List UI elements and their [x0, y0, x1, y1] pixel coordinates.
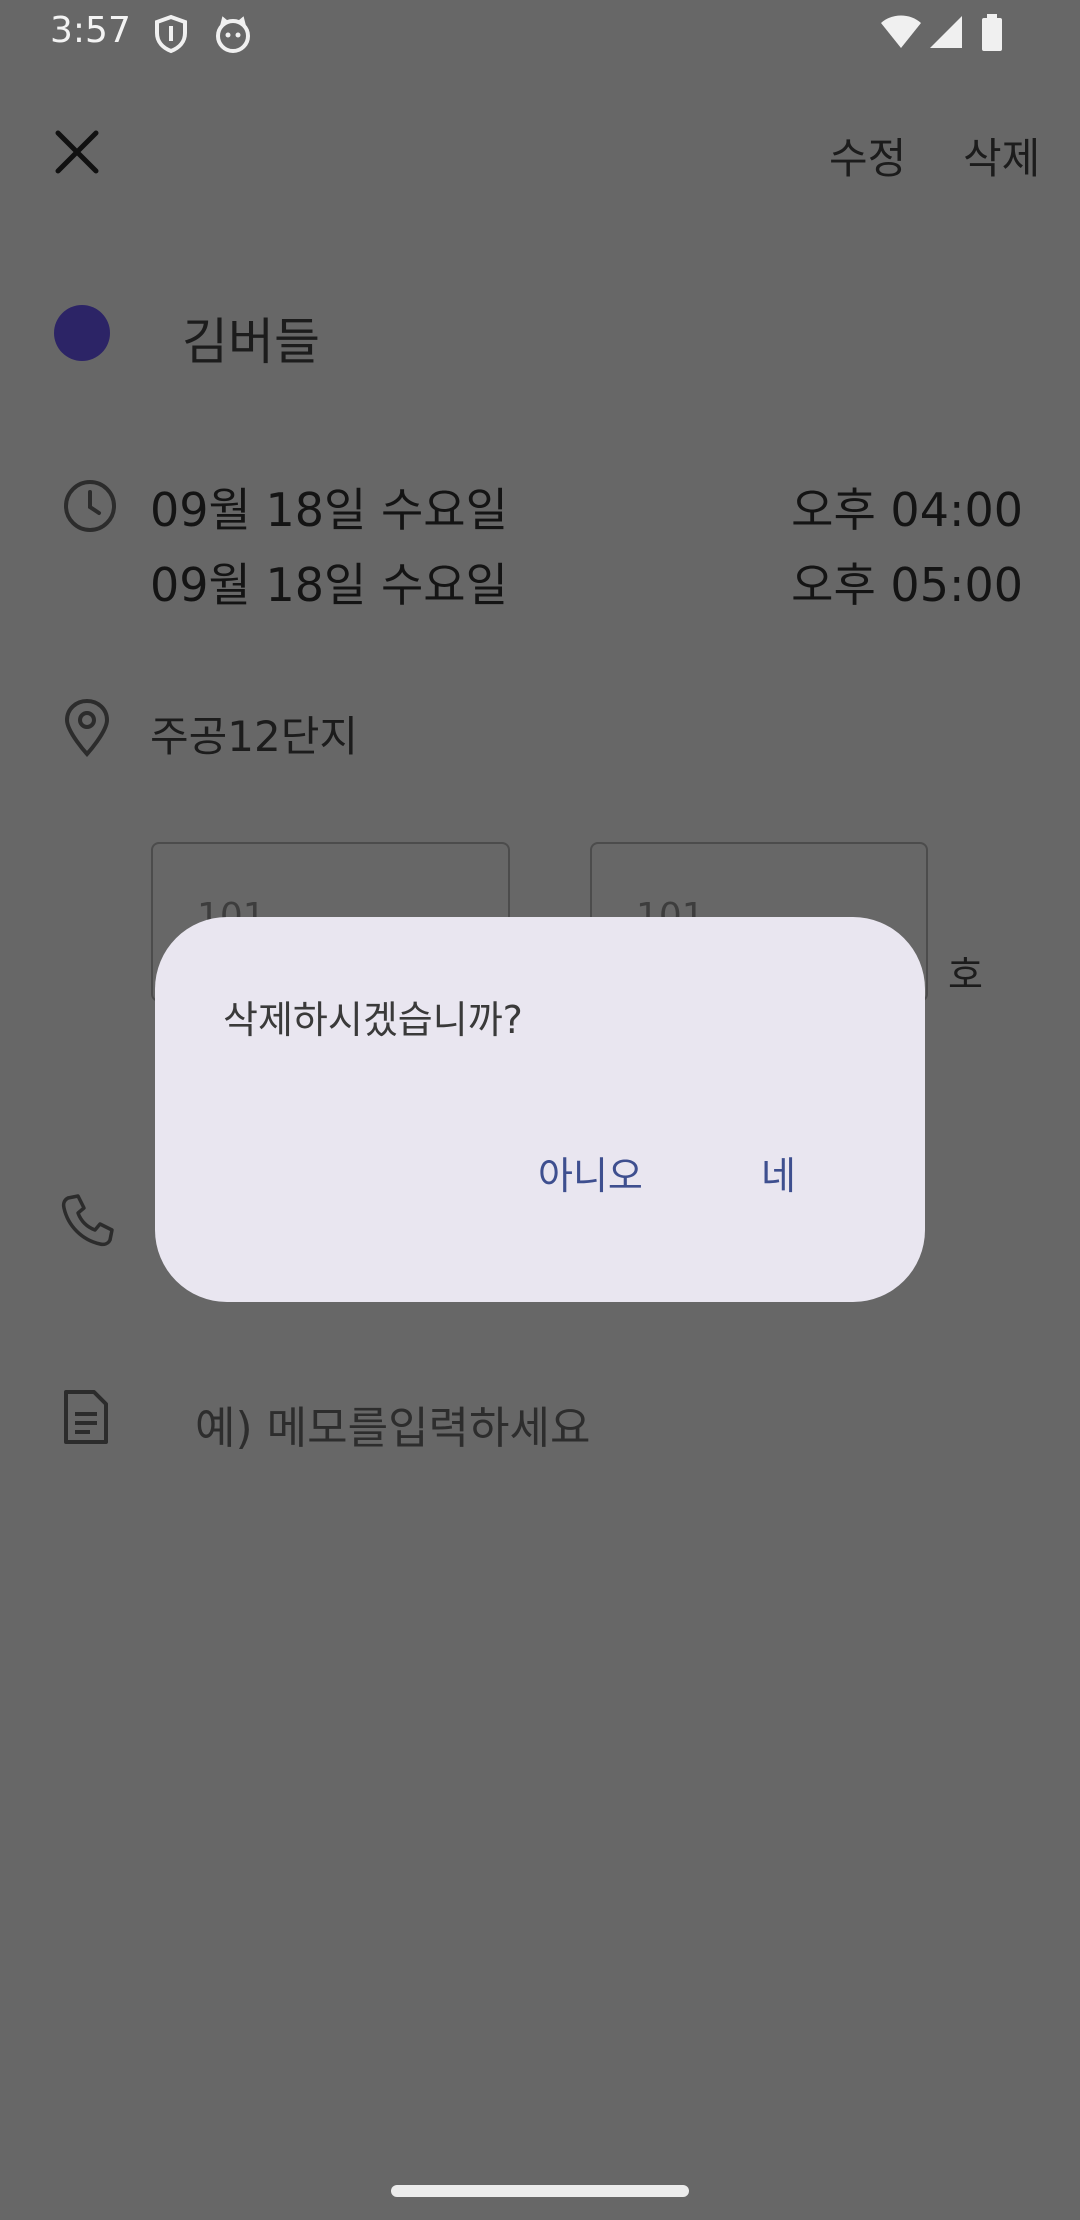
location-pin-icon — [62, 698, 112, 762]
edit-button[interactable]: 수정 — [829, 125, 906, 186]
dialog-yes-button[interactable]: 네 — [761, 1145, 796, 1200]
end-time[interactable]: 오후 05:00 — [791, 549, 1023, 615]
cat-icon — [213, 14, 253, 58]
phone-icon — [60, 1192, 116, 1252]
home-indicator[interactable] — [391, 2185, 689, 2197]
battery-icon — [980, 14, 1004, 56]
event-color-dot — [54, 305, 110, 361]
close-icon — [55, 130, 99, 174]
status-time: 3:57 — [50, 10, 131, 51]
status-bar: 3:57 — [0, 0, 1080, 70]
end-date[interactable]: 09월 18일 수요일 — [150, 549, 508, 615]
delete-button[interactable]: 삭제 — [963, 125, 1040, 186]
start-date[interactable]: 09월 18일 수요일 — [150, 474, 508, 540]
event-title: 김버들 — [182, 313, 320, 371]
memo-input[interactable]: 예) 메모를입력하세요 — [195, 1392, 590, 1456]
dialog-no-button[interactable]: 아니오 — [538, 1145, 643, 1200]
delete-confirm-dialog: 삭제하시겠습니까? 아니오 네 — [155, 917, 925, 1302]
start-time[interactable]: 오후 04:00 — [791, 474, 1023, 540]
unit-suffix-label: 호 — [948, 953, 983, 997]
screen: 3:57 수정 삭제 김버들 09월 18일 수요일 오후 04:00 09월 … — [0, 0, 1080, 2220]
wifi-icon — [880, 14, 922, 54]
location-text[interactable]: 주공12단지 — [150, 703, 358, 764]
shield-icon — [152, 14, 190, 58]
memo-icon — [62, 1388, 110, 1450]
dialog-message: 삭제하시겠습니까? — [223, 998, 523, 1042]
close-button[interactable] — [45, 120, 109, 184]
clock-icon — [62, 478, 118, 538]
signal-icon — [928, 14, 964, 54]
